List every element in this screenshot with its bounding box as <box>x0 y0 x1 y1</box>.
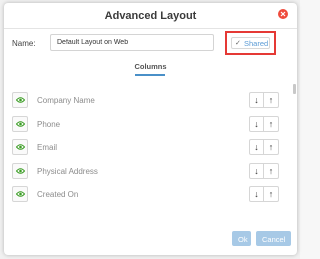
move-up-button[interactable]: ↑ <box>264 163 279 179</box>
checkmark-icon: ✓ <box>235 40 241 47</box>
dialog-title: Advanced Layout <box>104 10 197 22</box>
column-label: Physical Address <box>37 167 98 176</box>
advanced-layout-dialog: Advanced Layout Name: ✓ Shared Columns C… <box>4 3 297 255</box>
close-button[interactable] <box>278 9 288 19</box>
move-up-button[interactable]: ↑ <box>264 116 279 132</box>
move-down-button[interactable]: ↓ <box>249 139 264 155</box>
eye-icon <box>16 144 25 150</box>
tab-underline <box>135 74 165 76</box>
shared-label: Shared <box>244 39 269 48</box>
tab-columns[interactable]: Columns <box>4 62 297 71</box>
eye-icon <box>16 191 25 197</box>
list-item: Created On ↓ ↑ <box>12 186 279 204</box>
column-label: Created On <box>37 190 79 199</box>
move-up-button[interactable]: ↑ <box>264 186 279 202</box>
close-icon <box>280 11 286 17</box>
move-up-button[interactable]: ↑ <box>264 139 279 155</box>
eye-icon <box>16 97 25 103</box>
move-down-button[interactable]: ↓ <box>249 116 264 132</box>
ok-button[interactable]: Ok <box>232 231 251 246</box>
visibility-toggle[interactable] <box>12 186 28 202</box>
eye-icon <box>16 121 25 127</box>
cancel-button[interactable]: Cancel <box>256 231 291 246</box>
list-item: Phone ↓ ↑ <box>12 116 279 134</box>
move-down-button[interactable]: ↓ <box>249 163 264 179</box>
shared-checkbox[interactable]: ✓ Shared <box>231 37 270 49</box>
visibility-toggle[interactable] <box>12 92 28 108</box>
move-down-button[interactable]: ↓ <box>249 92 264 108</box>
layout-name-input[interactable] <box>50 34 214 51</box>
move-down-button[interactable]: ↓ <box>249 186 264 202</box>
visibility-toggle[interactable] <box>12 116 28 132</box>
list-item: Company Name ↓ ↑ <box>12 92 279 110</box>
column-label: Company Name <box>37 96 95 105</box>
column-label: Phone <box>37 120 61 129</box>
visibility-toggle[interactable] <box>12 139 28 155</box>
header-divider <box>4 28 297 29</box>
name-label: Name: <box>12 39 36 48</box>
shared-highlight-box: ✓ Shared <box>225 31 276 55</box>
scrollbar[interactable] <box>293 84 296 94</box>
eye-icon <box>16 168 25 174</box>
list-item: Physical Address ↓ ↑ <box>12 163 279 181</box>
move-up-button[interactable]: ↑ <box>264 92 279 108</box>
column-label: Email <box>37 143 58 152</box>
visibility-toggle[interactable] <box>12 163 28 179</box>
list-item: Email ↓ ↑ <box>12 139 279 157</box>
